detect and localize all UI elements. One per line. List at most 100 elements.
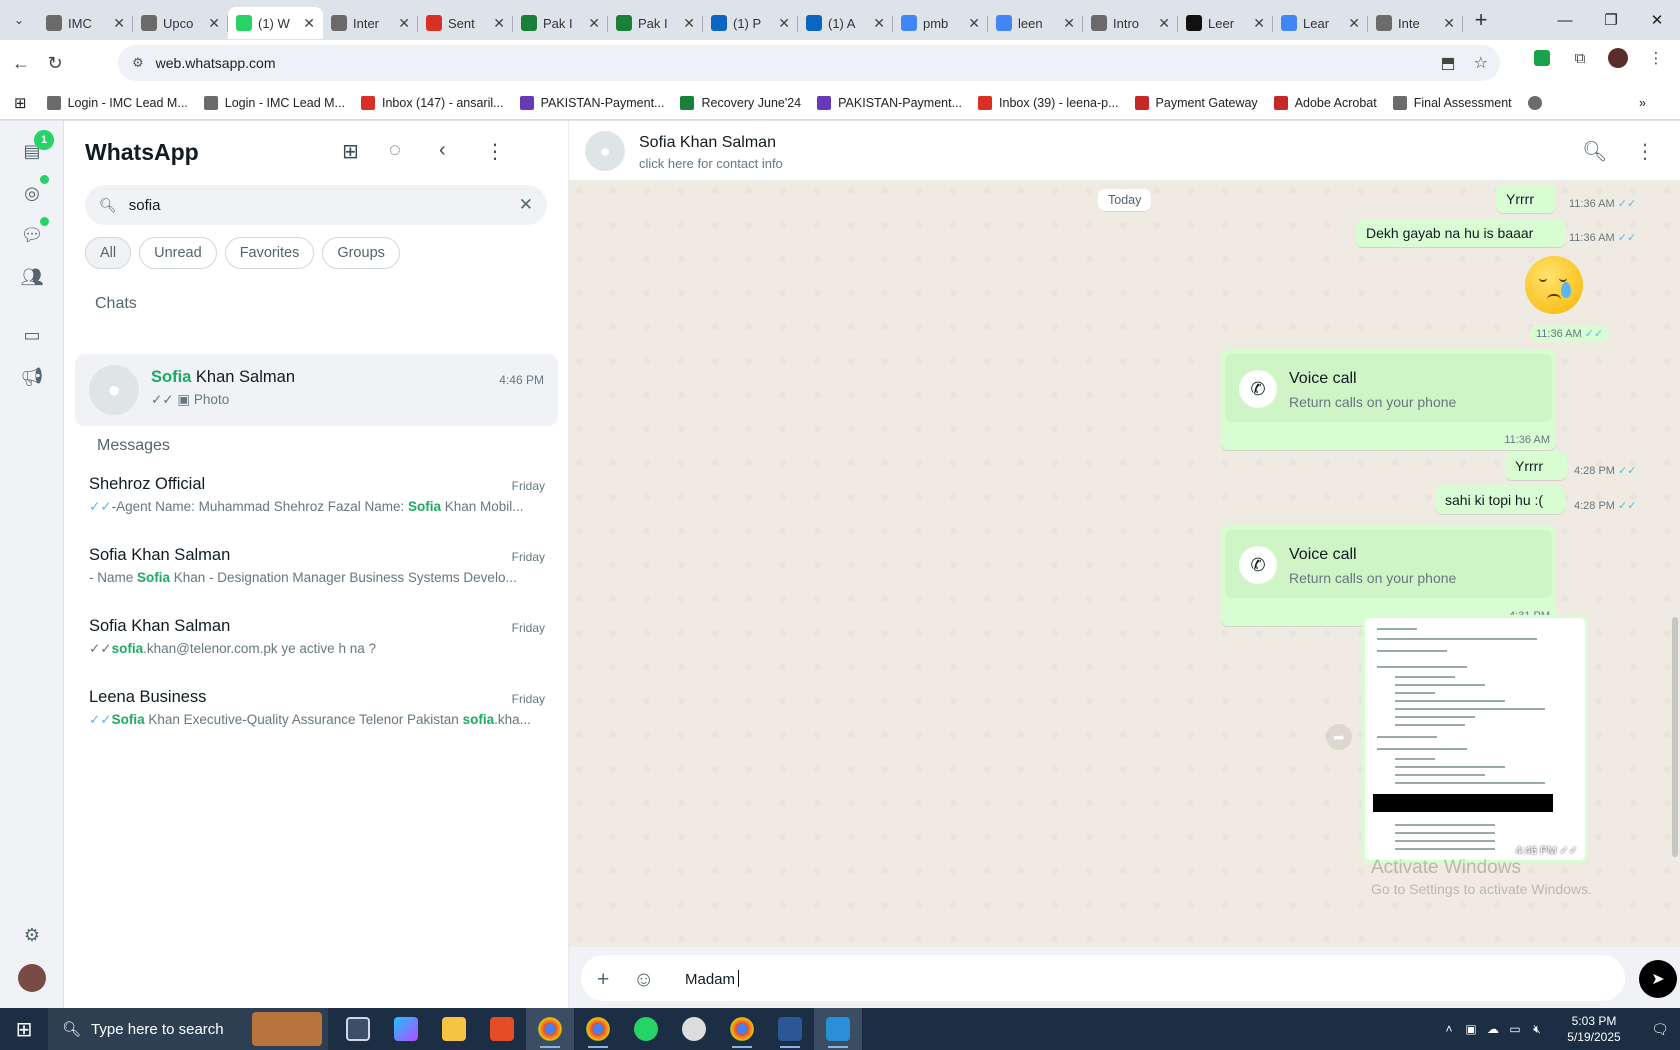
profile-avatar-icon[interactable] xyxy=(1606,46,1630,70)
message-result-item[interactable]: Shehroz Official Friday ✓✓-Agent Name: Muh… xyxy=(65,467,565,539)
browser-tab[interactable]: Intro ✕ xyxy=(1083,7,1178,39)
task-view-icon[interactable] xyxy=(334,1008,382,1050)
outgoing-message[interactable]: Dekh gayab na hu is baaar xyxy=(1356,219,1566,247)
conversation-header[interactable]: ● Sofia Khan Salman click here for conta… xyxy=(569,121,1680,181)
outgoing-message[interactable]: sahi ki topi hu :( xyxy=(1435,486,1565,514)
new-chat-icon[interactable]: ⊞ xyxy=(342,139,359,164)
start-button[interactable]: ⊞ xyxy=(0,1008,48,1050)
clock[interactable]: 5:03 PM 5/19/2025 xyxy=(1548,1013,1640,1045)
bookmark-item[interactable]: Login - IMC Lead M... xyxy=(46,95,188,110)
store-icon[interactable]: ▭ xyxy=(18,321,46,349)
new-tab-button[interactable]: + xyxy=(1463,7,1499,33)
bookmark-star-icon[interactable]: ☆ xyxy=(1474,53,1488,73)
browser-tab[interactable]: (1) A ✕ xyxy=(798,7,893,39)
browser-tab[interactable]: Inte ✕ xyxy=(1368,7,1463,39)
message-input-box[interactable]: + ☺ Madam xyxy=(581,955,1625,1001)
tab-close-icon[interactable]: ✕ xyxy=(493,15,505,32)
message-input[interactable]: Madam xyxy=(685,970,739,988)
eye-off-icon[interactable]: ◌ xyxy=(389,139,401,162)
menu-kebab-icon[interactable]: ⋮ xyxy=(485,139,505,164)
send-button[interactable]: ➤ xyxy=(1639,960,1677,998)
bookmark-item[interactable]: Inbox (39) - leena-p... xyxy=(978,95,1119,110)
message-result-item[interactable]: Sofia Khan Salman Friday - Name Sofia Khan… xyxy=(65,538,565,610)
tab-close-icon[interactable]: ✕ xyxy=(873,15,885,32)
message-result-item[interactable]: Sofia Khan Salman Friday ✓✓sofia.khan@tele… xyxy=(65,609,565,681)
tab-close-icon[interactable]: ✕ xyxy=(113,15,125,32)
filter-chip[interactable]: All xyxy=(85,237,132,269)
bookmark-item[interactable]: PAKISTAN-Payment... xyxy=(817,95,962,110)
browser-tab[interactable]: Pak I ✕ xyxy=(513,7,608,39)
browser-tab[interactable]: Pak I ✕ xyxy=(608,7,703,39)
back-button[interactable]: ← xyxy=(4,53,38,74)
browser-tab[interactable]: Sent ✕ xyxy=(418,7,513,39)
app-icon[interactable] xyxy=(814,1008,862,1050)
bookmark-item[interactable]: Final Assessment xyxy=(1392,95,1512,110)
browser-tab[interactable]: Upco ✕ xyxy=(133,7,228,39)
crying-face-emoji[interactable] xyxy=(1525,256,1583,314)
contact-avatar[interactable]: ● xyxy=(585,131,625,171)
search-input[interactable]: sofia xyxy=(129,197,161,214)
browser-tab[interactable]: (1) W ✕ xyxy=(228,7,323,39)
voice-call-message[interactable]: ✆ Voice call Return calls on your phone … xyxy=(1221,350,1556,450)
whatsapp-icon[interactable] xyxy=(622,1008,670,1050)
browser-tab[interactable]: Inter ✕ xyxy=(323,7,418,39)
taskbar-search[interactable]: 🔍︎ Type here to search xyxy=(48,1008,328,1050)
outgoing-message[interactable]: Yrrrr xyxy=(1505,452,1567,480)
browser-tab[interactable]: IMC ✕ xyxy=(38,7,133,39)
tab-search-button[interactable]: ⌄ xyxy=(0,0,38,40)
tab-close-icon[interactable]: ✕ xyxy=(778,15,790,32)
close-window-button[interactable]: ✕ xyxy=(1634,0,1680,40)
settings-gear-icon[interactable]: ⚙ xyxy=(18,921,46,949)
outgoing-message[interactable]: Yrrrr xyxy=(1496,185,1556,213)
chat-list-item[interactable]: ● Sofia Khan Salman 4:46 PM ✓✓ ▣ Photo xyxy=(75,354,558,426)
bookmark-item[interactable]: Payment Gateway xyxy=(1134,95,1258,110)
search-icon[interactable]: 🔍︎ xyxy=(1582,139,1607,164)
message-result-item[interactable]: Leena Business Friday ✓✓Sofia Khan Executi… xyxy=(65,680,565,752)
bookmark-extra-icon[interactable] xyxy=(1527,95,1549,110)
tab-close-icon[interactable]: ✕ xyxy=(1443,15,1455,32)
bookmark-item[interactable]: Login - IMC Lead M... xyxy=(203,95,345,110)
word-icon[interactable] xyxy=(766,1008,814,1050)
browser-tab[interactable]: (1) P ✕ xyxy=(703,7,798,39)
bookmark-item[interactable]: PAKISTAN-Payment... xyxy=(519,95,664,110)
bookmark-item[interactable]: Recovery June'24 xyxy=(680,95,801,110)
profile-avatar[interactable] xyxy=(18,964,46,992)
filter-chip[interactable]: Favorites xyxy=(224,237,315,269)
tab-close-icon[interactable]: ✕ xyxy=(1348,15,1360,32)
browser-tab[interactable]: leen ✕ xyxy=(988,7,1083,39)
address-bar[interactable]: ⚙ web.whatsapp.com ⬒ ☆ xyxy=(118,45,1500,81)
meet-icon[interactable]: ▣ xyxy=(1460,1022,1482,1036)
volume-icon[interactable]: 🔇︎ xyxy=(1526,1022,1548,1037)
voice-call-message[interactable]: ✆ Voice call Return calls on your phone … xyxy=(1221,526,1556,626)
megaphone-icon[interactable]: 📢︎ xyxy=(18,363,46,391)
extension-green-icon[interactable] xyxy=(1530,46,1554,70)
search-box[interactable]: 🔍︎ sofia ✕ xyxy=(85,185,547,225)
menu-kebab-icon[interactable]: ⋮ xyxy=(1635,139,1655,164)
attach-plus-icon[interactable]: + xyxy=(597,968,609,992)
chevron-left-icon[interactable]: ‹ xyxy=(439,139,446,162)
tab-close-icon[interactable]: ✕ xyxy=(683,15,695,32)
browser-menu-icon[interactable]: ⋮ xyxy=(1644,46,1668,70)
copilot-icon[interactable] xyxy=(382,1008,430,1050)
bookmark-item[interactable]: Inbox (147) - ansaril... xyxy=(360,95,504,110)
reload-button[interactable]: ↻ xyxy=(38,53,72,74)
site-info-icon[interactable]: ⚙ xyxy=(132,55,144,71)
tab-close-icon[interactable]: ✕ xyxy=(588,15,600,32)
browser-tab[interactable]: Lear ✕ xyxy=(1273,7,1368,39)
onedrive-icon[interactable]: ☁ xyxy=(1482,1022,1504,1036)
bookmarks-overflow-icon[interactable]: » xyxy=(1639,96,1646,110)
bookmark-item[interactable]: Adobe Acrobat xyxy=(1273,95,1377,110)
tab-close-icon[interactable]: ✕ xyxy=(1253,15,1265,32)
sticker-icon[interactable]: ☺ xyxy=(633,968,654,992)
chrome-icon[interactable] xyxy=(574,1008,622,1050)
chrome-icon[interactable] xyxy=(526,1008,574,1050)
scrollbar[interactable] xyxy=(1672,617,1678,857)
browser-tab[interactable]: pmb ✕ xyxy=(893,7,988,39)
clock-icon[interactable] xyxy=(670,1008,718,1050)
file-explorer-icon[interactable] xyxy=(430,1008,478,1050)
filter-chip[interactable]: Unread xyxy=(139,237,217,269)
minimize-button[interactable]: — xyxy=(1542,0,1588,40)
browser-tab[interactable]: Leer ✕ xyxy=(1178,7,1273,39)
forward-icon[interactable]: ➦ xyxy=(1326,724,1352,750)
app-icon[interactable] xyxy=(478,1008,526,1050)
